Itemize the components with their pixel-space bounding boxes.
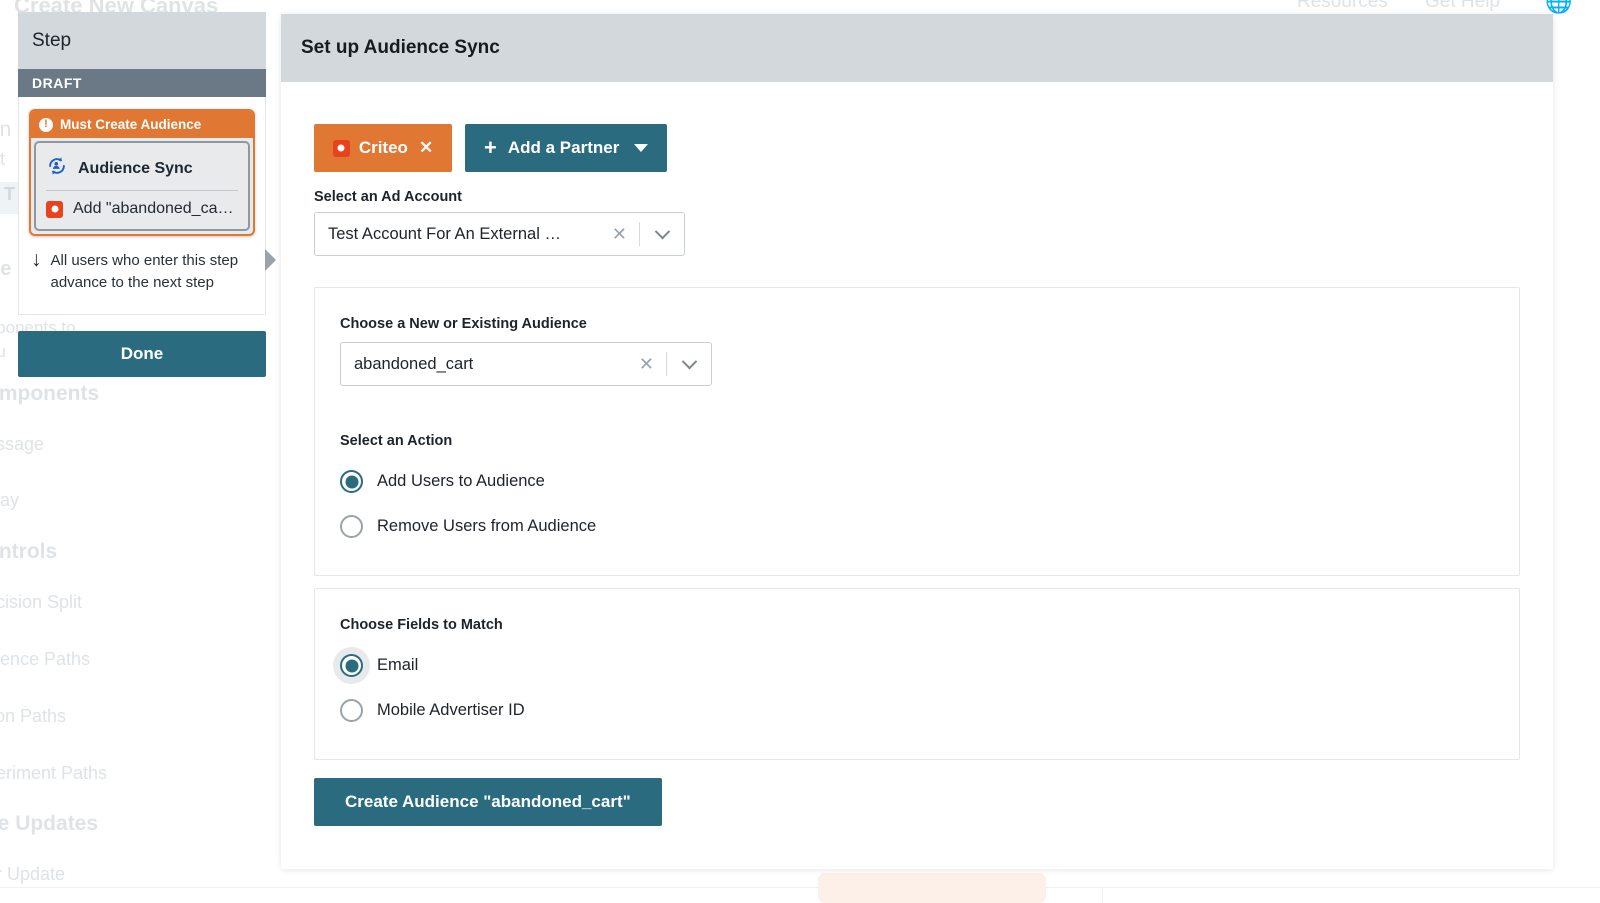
- bg-bottom-warning-pill: [818, 873, 1046, 903]
- fields-label: Choose Fields to Match: [340, 617, 1494, 633]
- radio-button[interactable]: [340, 699, 363, 722]
- bg-sidebar-text-9: ontrols: [0, 540, 57, 564]
- add-partner-label: Add a Partner: [508, 138, 619, 158]
- radio-add-users-to-audience[interactable]: Add Users to Audience: [340, 459, 1494, 504]
- node-inner-body: Audience Sync Add "abandoned_ca…: [34, 141, 250, 231]
- bg-sidebar-text-13: periment Paths: [0, 763, 107, 784]
- partner-row: Criteo ✕ + Add a Partner: [314, 124, 1520, 172]
- audience-clear-icon[interactable]: ✕: [627, 355, 666, 373]
- node-action-label: Add "abandoned_ca…: [73, 200, 233, 218]
- bg-sidebar-text-8: elay: [0, 490, 19, 511]
- ad-account-select[interactable]: Test Account For An External … ✕: [314, 212, 685, 256]
- bg-sidebar-text-10: ecision Split: [0, 592, 82, 613]
- audience-value: abandoned_cart: [354, 355, 627, 374]
- page-title: Set up Audience Sync: [301, 37, 500, 59]
- close-x-icon[interactable]: ✕: [419, 138, 433, 158]
- radio-button[interactable]: [340, 515, 363, 538]
- bg-sidebar-text-0: an: [0, 118, 11, 142]
- node-warning-banner: ! Must Create Audience: [31, 111, 253, 138]
- bg-globe-icon: 🌐: [1545, 0, 1572, 15]
- radio-label: Mobile Advertiser ID: [377, 701, 525, 720]
- ad-account-value: Test Account For An External …: [328, 225, 600, 244]
- bg-link-resources: Resources: [1297, 0, 1388, 13]
- step-panel-body: ! Must Create Audience: [18, 97, 266, 315]
- radio-label: Remove Users from Audience: [377, 517, 596, 536]
- radio-button[interactable]: [340, 654, 363, 677]
- radio-remove-users-from-audience[interactable]: Remove Users from Audience: [340, 504, 1494, 549]
- bg-sidebar-text-15: er Update: [0, 864, 65, 885]
- bg-sidebar-text-1: ipt: [0, 149, 5, 170]
- create-audience-button[interactable]: Create Audience "abandoned_cart": [314, 778, 662, 826]
- audience-sync-modal: Set up Audience Sync Criteo ✕ + Add a Pa…: [281, 14, 1553, 869]
- step-panel: Step DRAFT ! Must Create Audience: [18, 12, 266, 377]
- radio-label: Add Users to Audience: [377, 472, 545, 491]
- node-title-row: Audience Sync: [46, 151, 238, 190]
- bg-sidebar-text-2: d T: [0, 184, 15, 205]
- radio-button[interactable]: [340, 470, 363, 493]
- node-action-row: Add "abandoned_ca…: [46, 191, 238, 220]
- bg-sidebar-text-6: omponents: [0, 382, 99, 406]
- fields-to-match-card: Choose Fields to Match Email Mobile Adve…: [314, 588, 1520, 760]
- advance-note-label: All users who enter this step advance to…: [51, 250, 252, 294]
- create-audience-button-label: Create Audience "abandoned_cart": [345, 792, 631, 812]
- bg-sidebar-text-3: ne: [0, 258, 11, 281]
- step-status-badge-label: DRAFT: [32, 75, 82, 91]
- bg-sidebar-text-7: essage: [0, 434, 44, 455]
- bg-sidebar-text-11: dience Paths: [0, 649, 90, 670]
- audience-select-label: Choose a New or Existing Audience: [340, 316, 1494, 332]
- bg-sidebar-text-12: tion Paths: [0, 706, 66, 727]
- step-panel-header: Step: [18, 12, 266, 69]
- audience-sync-node-card[interactable]: ! Must Create Audience: [29, 109, 255, 236]
- audience-sync-icon: [46, 155, 68, 182]
- add-partner-button[interactable]: + Add a Partner: [465, 124, 667, 172]
- advance-note: ↓ All users who enter this step advance …: [29, 236, 255, 300]
- step-status-badge: DRAFT: [18, 69, 266, 97]
- chevron-down-icon: [634, 144, 648, 152]
- node-warning-label: Must Create Audience: [60, 117, 201, 132]
- radio-mobile-advertiser-id[interactable]: Mobile Advertiser ID: [340, 688, 1494, 733]
- plus-icon: +: [484, 137, 497, 159]
- node-title-label: Audience Sync: [78, 160, 193, 178]
- criteo-square-icon: [46, 201, 63, 218]
- ad-account-chevron-down-icon[interactable]: [640, 229, 684, 240]
- done-button-label: Done: [121, 344, 164, 364]
- bg-sidebar-text-5: r u: [0, 342, 6, 362]
- ad-account-label: Select an Ad Account: [314, 189, 1520, 205]
- radio-label: Email: [377, 656, 418, 675]
- ad-account-clear-icon[interactable]: ✕: [600, 225, 639, 243]
- radio-email[interactable]: Email: [340, 643, 1494, 688]
- bg-bottom-sep: [1102, 887, 1103, 903]
- step-panel-header-label: Step: [32, 30, 71, 52]
- done-button[interactable]: Done: [18, 331, 266, 377]
- partner-chip-label: Criteo: [359, 138, 408, 158]
- modal-body: Criteo ✕ + Add a Partner Select an Ad Ac…: [281, 82, 1553, 826]
- bg-bottom-divider: [0, 887, 1600, 888]
- modal-header: Set up Audience Sync: [281, 14, 1553, 82]
- node-connector-arrow-icon: [265, 249, 276, 271]
- audience-chevron-down-icon[interactable]: [667, 359, 711, 370]
- audience-select[interactable]: abandoned_cart ✕: [340, 342, 712, 386]
- partner-chip-criteo[interactable]: Criteo ✕: [314, 124, 452, 172]
- action-label: Select an Action: [340, 433, 1494, 449]
- audience-action-card: Choose a New or Existing Audience abando…: [314, 287, 1520, 576]
- exclamation-circle-icon: !: [39, 118, 53, 132]
- bg-link-get-help: Get Help: [1425, 0, 1500, 13]
- down-arrow-icon: ↓: [31, 250, 42, 270]
- criteo-square-icon: [333, 140, 350, 157]
- bg-sidebar-text-14: ce Updates: [0, 812, 98, 836]
